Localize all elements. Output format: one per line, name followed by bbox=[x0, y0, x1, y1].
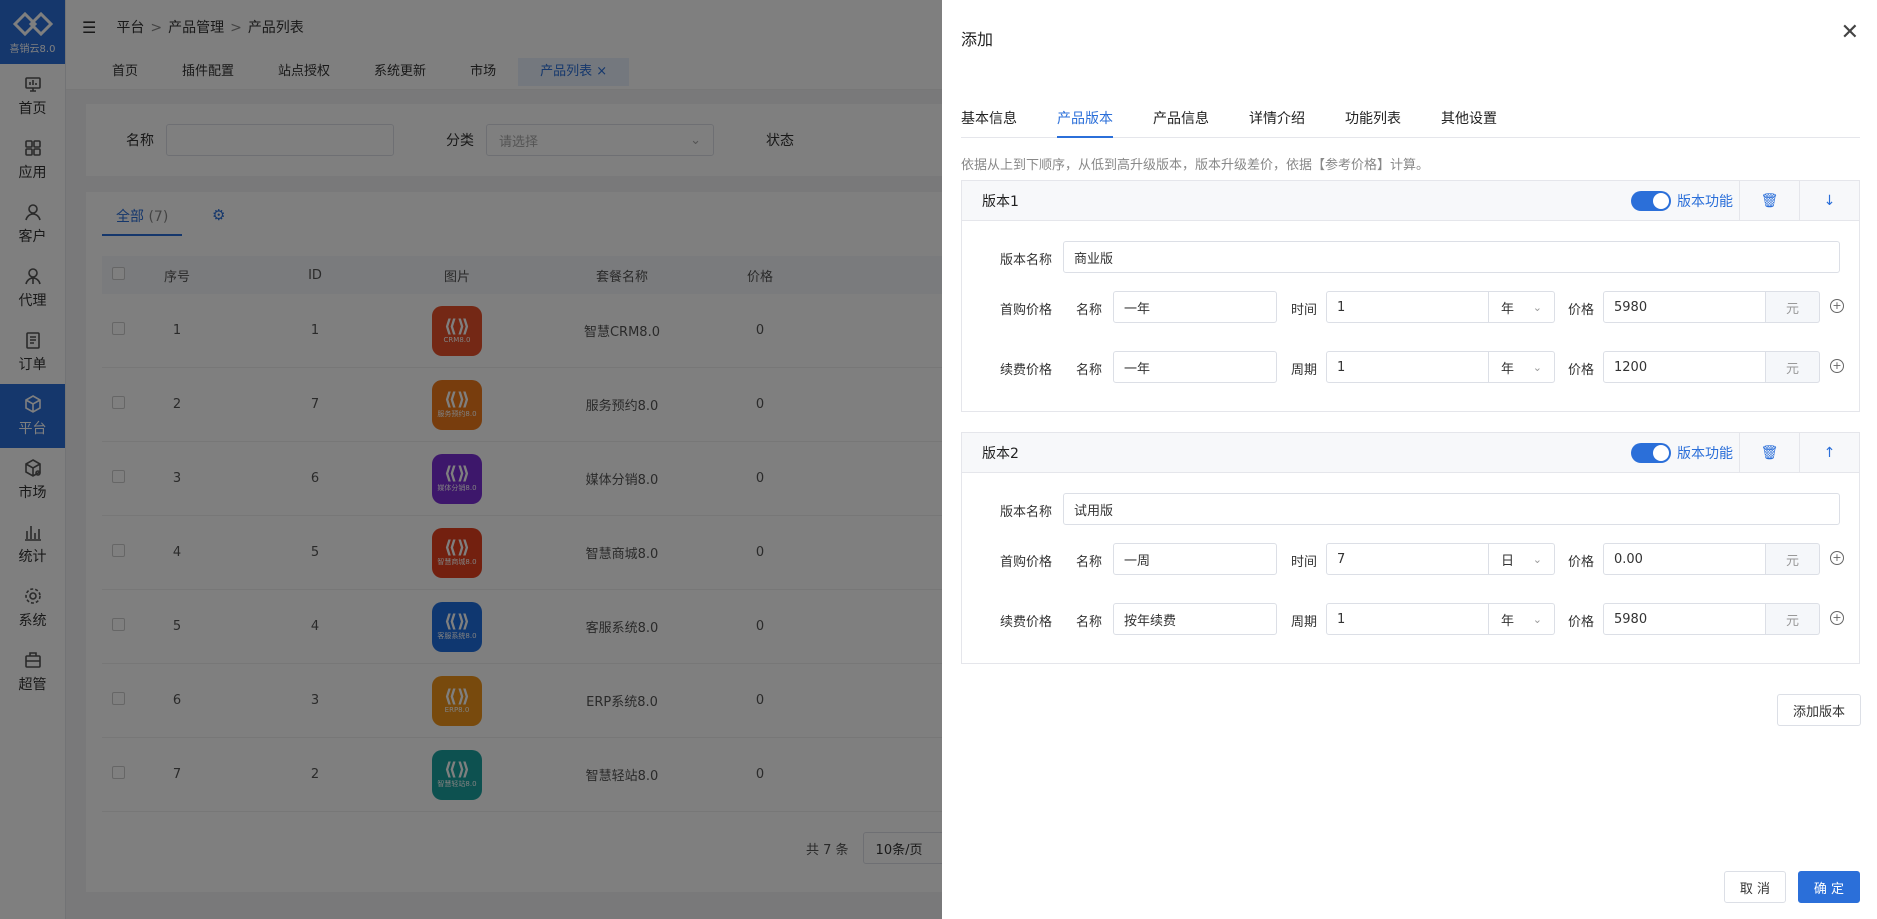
first-time-unit-value: 日 bbox=[1501, 553, 1515, 569]
arrow-up-icon[interactable]: ↑ bbox=[1799, 433, 1859, 473]
renew-name-label: 名称 bbox=[1076, 615, 1103, 630]
first-price-input[interactable]: 0.00 bbox=[1603, 543, 1766, 575]
first-name-input[interactable]: 一周 bbox=[1113, 543, 1277, 575]
drawer-title: 添加 bbox=[961, 30, 994, 49]
renew-time-unit-value: 年 bbox=[1501, 613, 1515, 629]
first-time-unit-select[interactable]: 日 ⌄ bbox=[1489, 543, 1555, 575]
chevron-down-icon: ⌄ bbox=[1532, 612, 1542, 626]
version-name-input[interactable]: 商业版 bbox=[1063, 241, 1840, 273]
version-card-header: 版本1 版本功能 🗑 ↓ bbox=[962, 181, 1859, 221]
first-name-label: 名称 bbox=[1076, 555, 1103, 570]
renew-time-label: 周期 bbox=[1291, 615, 1318, 630]
tab-basic-info[interactable]: 基本信息 bbox=[961, 108, 1017, 138]
version-enable-toggle[interactable] bbox=[1631, 191, 1671, 211]
cancel-button[interactable]: 取 消 bbox=[1724, 871, 1786, 903]
renew-price-unit: 元 bbox=[1766, 351, 1820, 383]
first-time-input[interactable]: 1 bbox=[1326, 291, 1489, 323]
renew-price-input[interactable]: 5980 bbox=[1603, 603, 1766, 635]
version-hint: 依据从上到下顺序，从低到高升级版本，版本升级差价，依据【参考价格】计算。 bbox=[961, 158, 1430, 173]
first-time-input[interactable]: 7 bbox=[1326, 543, 1489, 575]
arrow-down-icon[interactable]: ↓ bbox=[1799, 181, 1859, 221]
version-tools: 版本功能 🗑 ↑ bbox=[1631, 433, 1859, 473]
chevron-down-icon: ⌄ bbox=[1532, 300, 1542, 314]
add-circle-icon[interactable]: + bbox=[1830, 299, 1844, 313]
modal-mask[interactable] bbox=[0, 0, 942, 919]
renew-time-input[interactable]: 1 bbox=[1326, 351, 1489, 383]
first-time-unit-value: 年 bbox=[1501, 301, 1515, 317]
version-function-link[interactable]: 版本功能 bbox=[1677, 443, 1739, 463]
renew-price-label: 续费价格 bbox=[1000, 363, 1053, 378]
chevron-down-icon: ⌄ bbox=[1532, 552, 1542, 566]
renew-price-field-label: 价格 bbox=[1568, 363, 1595, 378]
add-version-button[interactable]: 添加版本 bbox=[1777, 694, 1861, 726]
tab-feature-list[interactable]: 功能列表 bbox=[1345, 108, 1401, 138]
version-enable-toggle[interactable] bbox=[1631, 443, 1671, 463]
renew-time-unit-select[interactable]: 年 ⌄ bbox=[1489, 351, 1555, 383]
renew-time-label: 周期 bbox=[1291, 363, 1318, 378]
add-circle-icon[interactable]: + bbox=[1830, 359, 1844, 373]
renew-price-field-label: 价格 bbox=[1568, 615, 1595, 630]
first-time-label: 时间 bbox=[1291, 303, 1318, 318]
renew-name-input[interactable]: 一年 bbox=[1113, 351, 1277, 383]
first-price-label: 首购价格 bbox=[1000, 555, 1053, 570]
version-name-label: 版本名称 bbox=[1000, 505, 1053, 520]
tab-other-settings[interactable]: 其他设置 bbox=[1441, 108, 1497, 138]
version-title: 版本2 bbox=[982, 445, 1019, 462]
renew-price-input[interactable]: 1200 bbox=[1603, 351, 1766, 383]
app-root: 喜销云8.0 首页应用客户代理订单平台市场统计系统超管 ☰ 平台>产品管理>产品… bbox=[0, 0, 1877, 919]
tab-product-info[interactable]: 产品信息 bbox=[1153, 108, 1209, 138]
add-circle-icon[interactable]: + bbox=[1830, 611, 1844, 625]
trash-icon[interactable]: 🗑 bbox=[1739, 181, 1799, 221]
version-name-label: 版本名称 bbox=[1000, 253, 1053, 268]
add-circle-icon[interactable]: + bbox=[1830, 551, 1844, 565]
first-price-unit: 元 bbox=[1766, 291, 1820, 323]
version-tools: 版本功能 🗑 ↓ bbox=[1631, 181, 1859, 221]
renew-price-label: 续费价格 bbox=[1000, 615, 1053, 630]
renew-time-unit-value: 年 bbox=[1501, 361, 1515, 377]
version-card-body: 版本名称 试用版 首购价格 名称 一周 时间 7 日 ⌄ 价格 0.00 元 + … bbox=[962, 473, 1859, 663]
version-card-body: 版本名称 商业版 首购价格 名称 一年 时间 1 年 ⌄ 价格 5980 元 + … bbox=[962, 221, 1859, 411]
renew-price-unit: 元 bbox=[1766, 603, 1820, 635]
chevron-down-icon: ⌄ bbox=[1532, 360, 1542, 374]
first-name-label: 名称 bbox=[1076, 303, 1103, 318]
version-card-header: 版本2 版本功能 🗑 ↑ bbox=[962, 433, 1859, 473]
tab-detail-intro[interactable]: 详情介绍 bbox=[1249, 108, 1305, 138]
version-title: 版本1 bbox=[982, 193, 1019, 210]
version-name-input[interactable]: 试用版 bbox=[1063, 493, 1840, 525]
renew-name-input[interactable]: 按年续费 bbox=[1113, 603, 1277, 635]
renew-time-input[interactable]: 1 bbox=[1326, 603, 1489, 635]
add-drawer: 添加 ✕ 基本信息 产品版本 产品信息 详情介绍 功能列表 其他设置 依据从上到… bbox=[942, 0, 1877, 919]
version-card: 版本1 版本功能 🗑 ↓ 版本名称 商业版 首购价格 名称 一年 时间 1 年 ⌄… bbox=[961, 180, 1860, 412]
first-price-unit: 元 bbox=[1766, 543, 1820, 575]
first-price-input[interactable]: 5980 bbox=[1603, 291, 1766, 323]
first-name-input[interactable]: 一年 bbox=[1113, 291, 1277, 323]
confirm-button[interactable]: 确 定 bbox=[1798, 871, 1860, 903]
trash-icon[interactable]: 🗑 bbox=[1739, 433, 1799, 473]
tab-product-version[interactable]: 产品版本 bbox=[1057, 108, 1113, 138]
version-card: 版本2 版本功能 🗑 ↑ 版本名称 试用版 首购价格 名称 一周 时间 7 日 ⌄… bbox=[961, 432, 1860, 664]
first-time-label: 时间 bbox=[1291, 555, 1318, 570]
drawer-tabs: 基本信息 产品版本 产品信息 详情介绍 功能列表 其他设置 bbox=[961, 108, 1860, 138]
renew-time-unit-select[interactable]: 年 ⌄ bbox=[1489, 603, 1555, 635]
first-price-field-label: 价格 bbox=[1568, 555, 1595, 570]
first-price-label: 首购价格 bbox=[1000, 303, 1053, 318]
close-icon[interactable]: ✕ bbox=[1841, 22, 1859, 44]
first-time-unit-select[interactable]: 年 ⌄ bbox=[1489, 291, 1555, 323]
version-function-link[interactable]: 版本功能 bbox=[1677, 191, 1739, 211]
renew-name-label: 名称 bbox=[1076, 363, 1103, 378]
first-price-field-label: 价格 bbox=[1568, 303, 1595, 318]
